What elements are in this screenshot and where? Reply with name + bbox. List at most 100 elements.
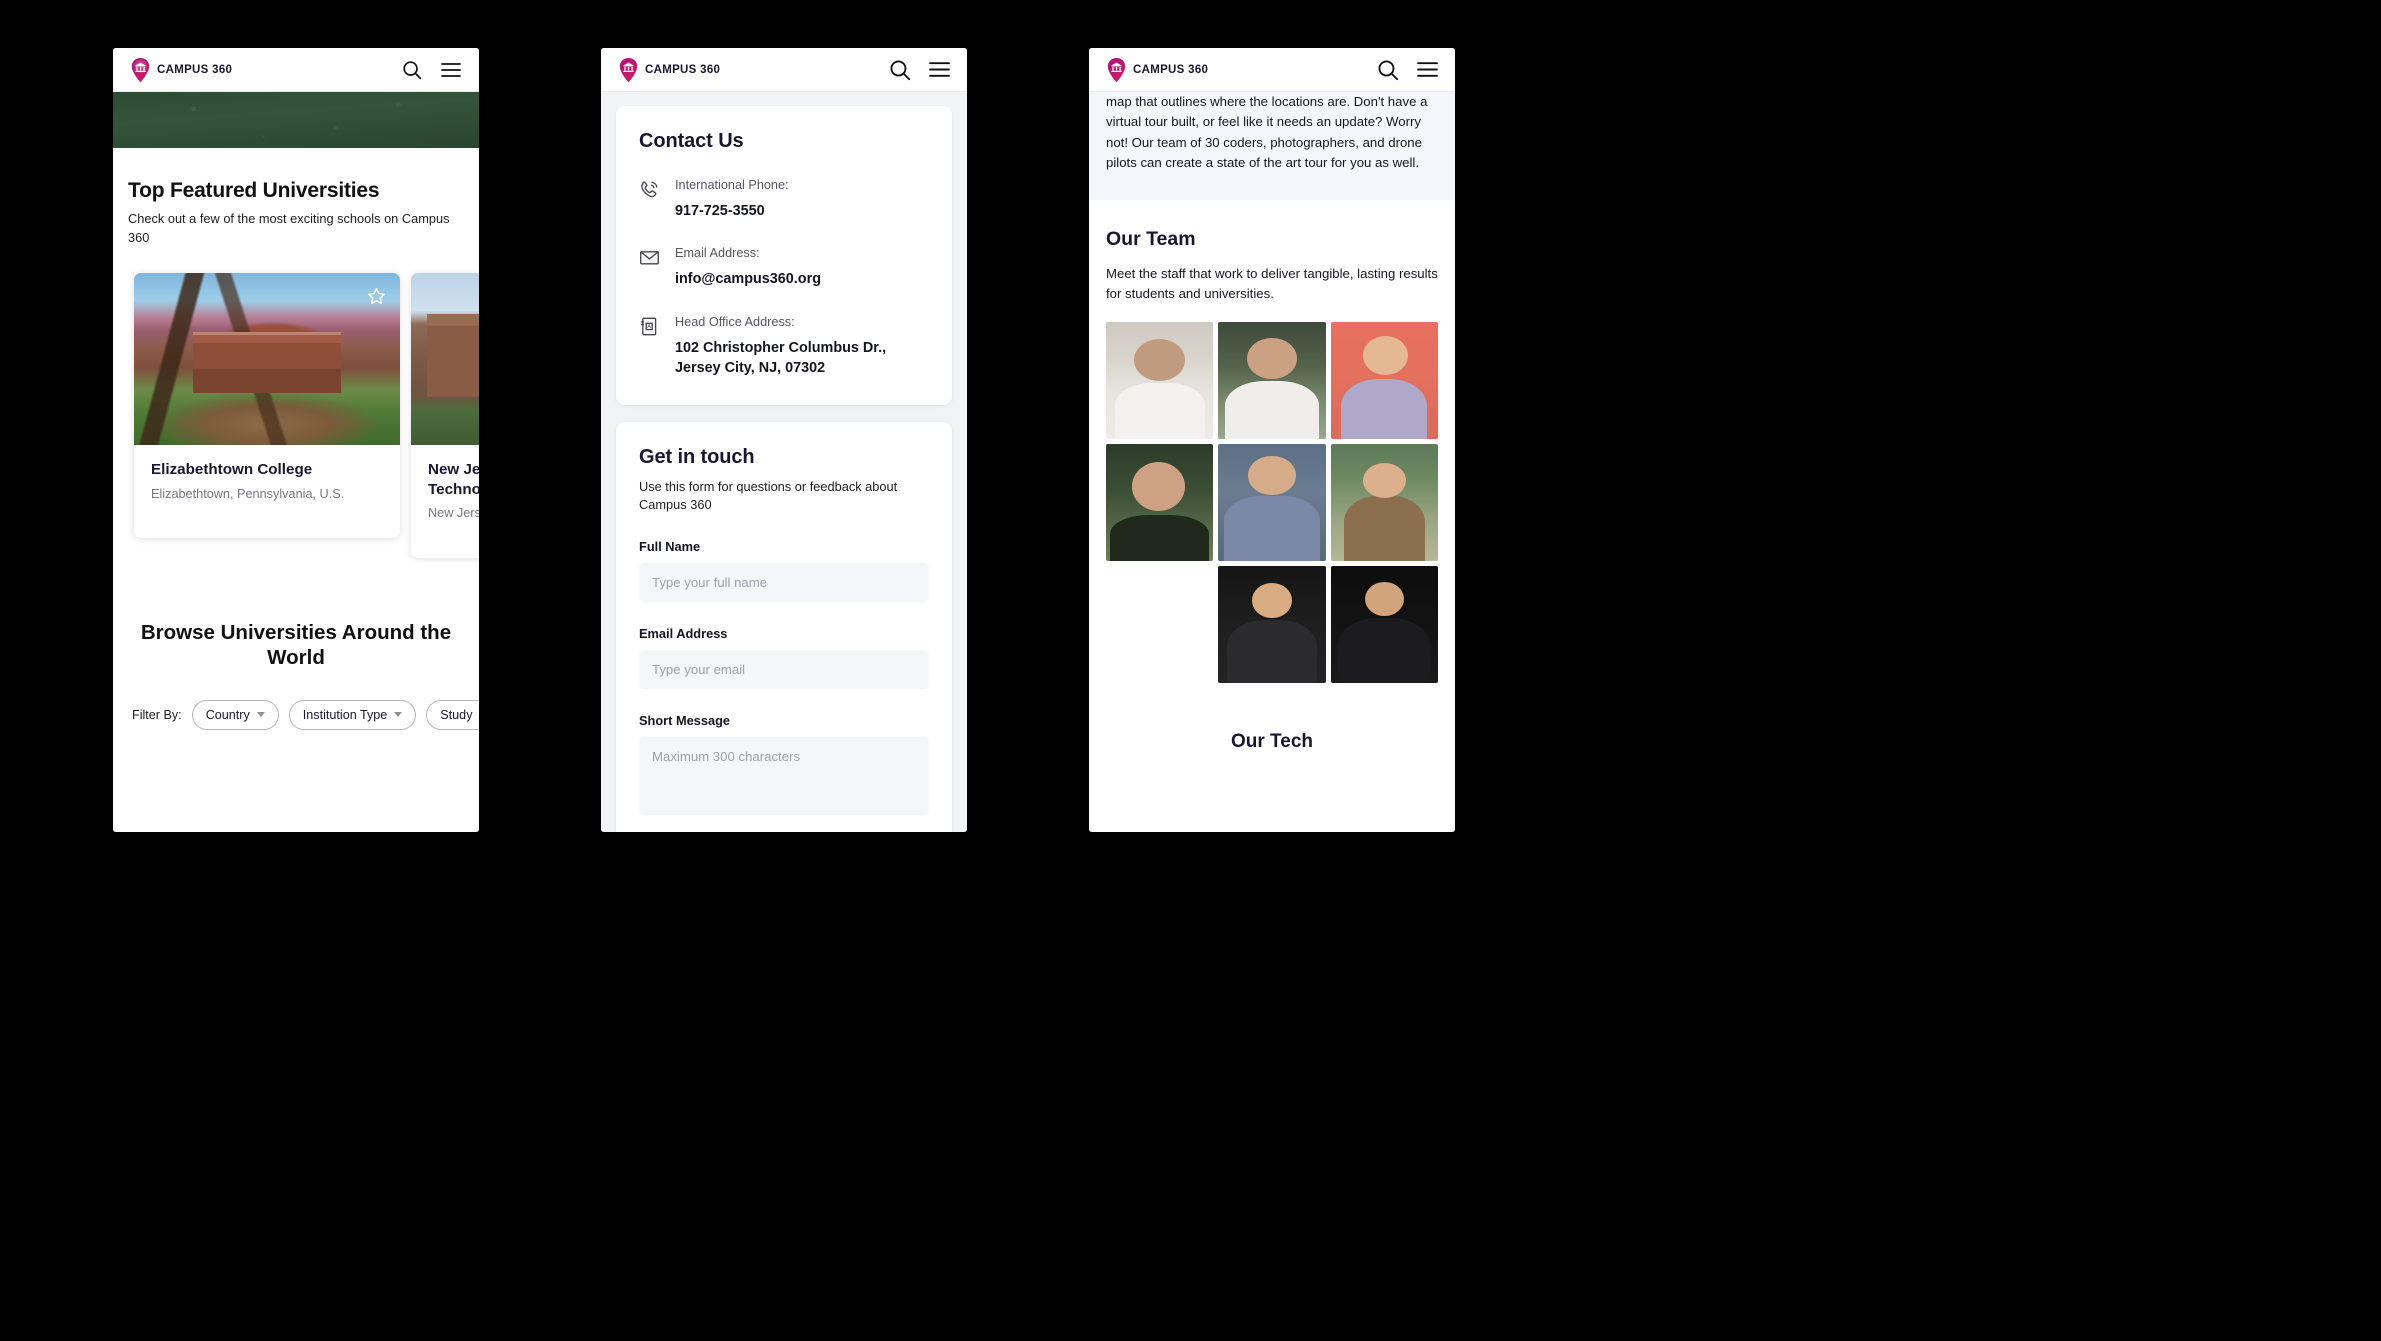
chevron-down-icon — [394, 712, 403, 718]
filter-chip-institution-type[interactable]: Institution Type — [288, 699, 417, 730]
about-scroll-body[interactable]: map that outlines where the locations ar… — [1089, 92, 1455, 832]
envelope-icon — [639, 247, 661, 269]
filter-by-label: Filter By: — [132, 707, 182, 722]
contact-item-text: Email Address: info@campus360.org — [675, 246, 821, 289]
our-tech-title: Our Tech — [1231, 731, 1313, 753]
header-actions — [889, 59, 950, 81]
brand-name: CAMPUS 360 — [157, 63, 233, 76]
team-photo-grid-row-1 — [1106, 322, 1438, 440]
hero-banner-image — [113, 92, 479, 148]
university-location: Elizabethtown, Pennsylvania, U.S. — [151, 486, 345, 501]
field-label: Short Message — [639, 712, 731, 728]
university-card-body: Elizabethtown College Elizabethtown, Pen… — [134, 445, 400, 538]
contact-item-text: International Phone: 917-725-3550 — [675, 178, 789, 221]
field-label: Full Name — [639, 538, 701, 554]
our-team-description: Meet the staff that work to deliver tang… — [1106, 265, 1438, 301]
app-header: CAMPUS 360 — [601, 48, 967, 92]
phone-frame-about: CAMPUS 360 map that outlines where the l… — [1089, 48, 1455, 832]
app-header: CAMPUS 360 — [113, 48, 479, 92]
form-title: Get in touch — [639, 445, 755, 468]
brand-name: CAMPUS 360 — [645, 63, 721, 76]
field-email-address: Email Address — [639, 626, 929, 689]
filter-bar: Filter By: Country Institution Type Stud… — [113, 699, 479, 730]
filter-chip-label: Institution Type — [302, 707, 388, 722]
team-photo-grid-row-3 — [1106, 566, 1438, 684]
contact-title: Contact Us — [639, 130, 744, 152]
team-member-photo[interactable] — [1106, 444, 1214, 562]
contact-label: Email Address: — [675, 246, 760, 261]
contact-info-panel: Contact Us International Phone: 917-725-… — [616, 106, 952, 405]
featured-subtitle: Check out a few of the most exciting sch… — [128, 211, 450, 245]
university-photo — [411, 273, 479, 446]
star-outline-icon[interactable] — [365, 285, 387, 307]
full-name-input[interactable] — [639, 562, 929, 602]
our-team-title: Our Team — [1106, 227, 1196, 250]
university-photo — [134, 273, 400, 446]
contact-label: International Phone: — [675, 178, 789, 192]
team-member-photo[interactable] — [1218, 566, 1326, 684]
contact-scroll-body[interactable]: Contact Us International Phone: 917-725-… — [601, 92, 967, 832]
phone-frame-contact: CAMPUS 360 Contact Us International Phon… — [601, 48, 967, 832]
brand-logo[interactable]: CAMPUS 360 — [1107, 57, 1209, 82]
chevron-down-icon — [256, 712, 265, 718]
filter-chip-label: Study — [440, 707, 473, 722]
header-actions — [1377, 59, 1438, 81]
search-icon[interactable] — [1377, 59, 1399, 81]
search-icon[interactable] — [401, 59, 423, 81]
get-in-touch-panel: Get in touch Use this form for questions… — [616, 421, 952, 832]
team-member-photo[interactable] — [1330, 322, 1438, 440]
home-scroll-body[interactable]: Top Featured Universities Check out a fe… — [113, 92, 479, 832]
phone-icon — [639, 179, 661, 201]
our-team-section: Our Team Meet the staff that work to del… — [1089, 199, 1455, 754]
contact-value: 102 Christopher Columbus Dr., Jersey Cit… — [675, 339, 887, 377]
hamburger-menu-icon[interactable] — [928, 59, 950, 81]
contact-item-phone: International Phone: 917-725-3550 — [639, 178, 929, 221]
team-photo-grid-row-2 — [1106, 444, 1438, 562]
team-member-photo[interactable] — [1106, 322, 1214, 440]
contact-value[interactable]: 917-725-3550 — [675, 201, 789, 221]
university-card[interactable]: New Jersey Institute of Technology New J… — [411, 273, 479, 558]
brand-logo[interactable]: CAMPUS 360 — [131, 57, 233, 82]
team-member-photo[interactable] — [1330, 444, 1438, 562]
featured-card-carousel[interactable]: Elizabethtown College Elizabethtown, Pen… — [113, 273, 479, 558]
filter-chip-country[interactable]: Country — [191, 699, 279, 730]
svg-text:A: A — [647, 324, 651, 330]
brand-name: CAMPUS 360 — [1133, 63, 1209, 76]
phone-frame-home: CAMPUS 360 Top Featured Universities Che… — [113, 48, 479, 832]
location-pin-bank-icon — [131, 57, 150, 82]
university-name: New Jersey Institute of Technology — [428, 461, 479, 498]
search-icon[interactable] — [889, 59, 911, 81]
hamburger-menu-icon[interactable] — [1416, 59, 1438, 81]
featured-section: Top Featured Universities Check out a fe… — [113, 179, 479, 247]
university-location: New Jersey, U.S. — [428, 506, 479, 520]
university-name: Elizabethtown College — [151, 461, 313, 479]
location-pin-bank-icon — [1107, 57, 1126, 82]
team-member-photo[interactable] — [1330, 566, 1438, 684]
hamburger-menu-icon[interactable] — [440, 59, 462, 81]
blurb-text: map that outlines where the locations ar… — [1106, 94, 1428, 171]
team-member-photo[interactable] — [1218, 322, 1326, 440]
field-label: Email Address — [639, 625, 728, 641]
location-pin-bank-icon — [619, 57, 638, 82]
filter-chip-label: Country — [205, 707, 250, 722]
university-card[interactable]: Elizabethtown College Elizabethtown, Pen… — [134, 273, 400, 539]
featured-title: Top Featured Universities — [128, 179, 380, 202]
field-short-message: Short Message — [639, 713, 929, 820]
short-message-textarea[interactable] — [639, 736, 929, 815]
address-book-icon: A — [639, 316, 661, 338]
contact-value[interactable]: info@campus360.org — [675, 269, 821, 289]
filter-chip-study[interactable]: Study — [426, 699, 479, 730]
contact-item-address: A Head Office Address: 102 Christopher C… — [639, 315, 929, 379]
field-full-name: Full Name — [639, 539, 929, 602]
contact-item-text: Head Office Address: 102 Christopher Col… — [675, 315, 929, 379]
form-subtitle: Use this form for questions or feedback … — [639, 478, 898, 513]
header-actions — [401, 59, 462, 81]
virtual-tour-blurb: map that outlines where the locations ar… — [1089, 92, 1455, 200]
app-header: CAMPUS 360 — [1089, 48, 1455, 92]
university-card-body: New Jersey Institute of Technology New J… — [411, 445, 479, 557]
contact-label: Head Office Address: — [675, 314, 795, 329]
email-input[interactable] — [639, 649, 929, 689]
browse-title: Browse Universities Around the World — [140, 620, 452, 670]
team-member-photo[interactable] — [1218, 444, 1326, 562]
brand-logo[interactable]: CAMPUS 360 — [619, 57, 721, 82]
